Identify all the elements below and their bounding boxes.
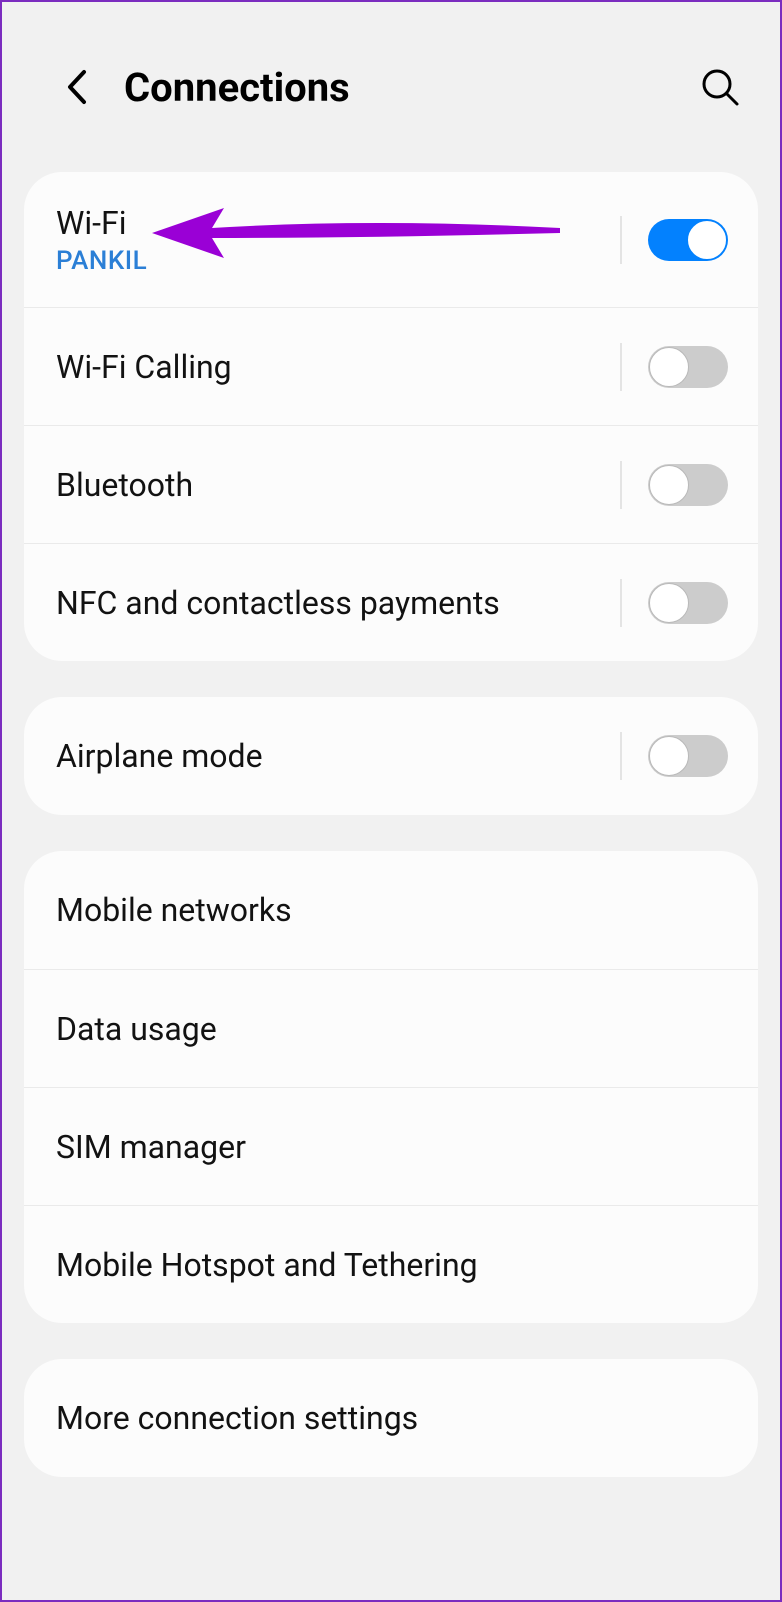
row-label: Data usage (56, 1010, 728, 1048)
row-mobile-networks[interactable]: Mobile networks (24, 851, 758, 969)
chevron-left-icon (65, 69, 87, 105)
row-label: Airplane mode (56, 737, 620, 775)
row-label: NFC and contactless payments (56, 584, 620, 622)
divider (620, 343, 622, 391)
row-label: Wi-Fi (56, 204, 620, 242)
row-label: Bluetooth (56, 466, 620, 504)
search-button[interactable] (698, 65, 742, 109)
divider (620, 579, 622, 627)
row-label: Mobile Hotspot and Tethering (56, 1246, 728, 1284)
bluetooth-toggle[interactable] (648, 464, 728, 506)
settings-group-airplane: Airplane mode (24, 697, 758, 815)
row-label: SIM manager (56, 1128, 728, 1166)
settings-group-more: More connection settings (24, 1359, 758, 1477)
divider (620, 216, 622, 264)
settings-group-mobile: Mobile networks Data usage SIM manager M… (24, 851, 758, 1323)
divider (620, 461, 622, 509)
settings-group-wireless: Wi-Fi PANKIL Wi-Fi Calling Bluetooth NFC… (24, 172, 758, 661)
wifi-calling-toggle[interactable] (648, 346, 728, 388)
row-subtitle: PANKIL (56, 246, 620, 276)
row-data-usage[interactable]: Data usage (24, 969, 758, 1087)
nfc-toggle[interactable] (648, 582, 728, 624)
wifi-toggle[interactable] (648, 219, 728, 261)
row-sim-manager[interactable]: SIM manager (24, 1087, 758, 1205)
divider (620, 732, 622, 780)
search-icon (700, 67, 740, 107)
row-bluetooth[interactable]: Bluetooth (24, 425, 758, 543)
back-button[interactable] (56, 67, 96, 107)
row-more-connection-settings[interactable]: More connection settings (24, 1359, 758, 1477)
row-nfc[interactable]: NFC and contactless payments (24, 543, 758, 661)
header: Connections (2, 2, 780, 172)
row-label: More connection settings (56, 1399, 728, 1437)
page-title: Connections (124, 64, 698, 111)
airplane-mode-toggle[interactable] (648, 735, 728, 777)
row-airplane-mode[interactable]: Airplane mode (24, 697, 758, 815)
row-wifi-calling[interactable]: Wi-Fi Calling (24, 307, 758, 425)
row-wifi[interactable]: Wi-Fi PANKIL (24, 172, 758, 307)
row-label: Mobile networks (56, 891, 728, 929)
row-label: Wi-Fi Calling (56, 348, 620, 386)
row-hotspot-tethering[interactable]: Mobile Hotspot and Tethering (24, 1205, 758, 1323)
